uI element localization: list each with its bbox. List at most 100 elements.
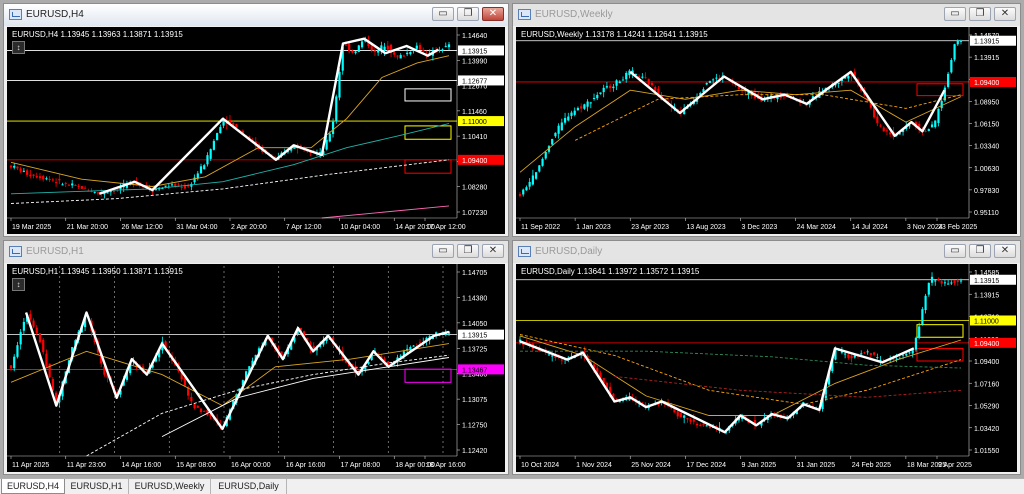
window-titlebar[interactable]: EURUSD,Daily ▭ ❐ ✕ [513,241,1020,263]
candle-body [93,191,96,193]
time-tick-label: 10 Apr 04:00 [341,224,381,231]
minimize-button[interactable]: ▭ [944,244,966,258]
candle-body [547,354,551,356]
candle-body [863,352,866,354]
candle-body [551,138,554,145]
candle-body [692,419,695,422]
restore-button[interactable]: ❐ [969,7,991,21]
candle-body [216,133,219,141]
chart-info-line: EURUSD,H4 1.13945 1.13963 1.13871 1.1391… [12,30,183,39]
tab-eurusd-h1[interactable]: EURUSD,H1 [65,479,129,494]
price-tick-label: 1.13915 [974,292,999,299]
candle-body [522,189,525,195]
candle-body [38,176,42,179]
minimize-button[interactable]: ▭ [944,7,966,21]
window-eurusd-h1[interactable]: EURUSD,H1 ▭ ❐ ✕ 1.14705 1.14380 1.14050 1.1… [3,240,509,475]
candle-body [914,337,918,350]
close-button[interactable]: ✕ [482,244,504,258]
candle-body [683,415,686,418]
tab-eurusd-weekly[interactable]: EURUSD,Weekly [129,479,211,494]
minimize-button[interactable]: ▭ [432,244,454,258]
candle-body [196,405,199,408]
candle-body [45,178,48,180]
candle-body [58,178,61,181]
candle-body [689,419,692,422]
window-eurusd-h4[interactable]: EURUSD,H4 ▭ ❐ ✕ 1.14640 1.13990 1.12670 1.1… [3,3,509,237]
time-tick-label: 16 Apr 16:00 [286,462,326,469]
price-tick-label: 1.12750 [462,423,487,430]
candle-body [853,355,856,358]
time-tick-label: 9 Jan 2025 [742,462,777,469]
chart-canvas-h1[interactable]: 1.14705 1.14380 1.14050 1.13725 1.13400 1.130… [7,264,505,472]
candle-body [615,80,618,86]
restore-button[interactable]: ❐ [457,244,479,258]
zigzag-indicator-line [629,70,946,137]
candle-body [927,129,930,131]
candle-body [344,44,348,46]
one-click-trading-icon[interactable]: ↕ [12,278,25,291]
time-tick-label: 17 Apr 08:00 [341,462,381,469]
candle-body [212,140,215,150]
candle-body [538,165,541,172]
candle-body [351,50,354,53]
moving-average-line [519,334,962,405]
price-tick-label: 1.11460 [462,109,487,116]
window-titlebar[interactable]: EURUSD,Weekly ▭ ❐ ✕ [513,4,1020,26]
time-tick-label: 11 Apr 23:00 [67,462,106,469]
price-tick-label: 1.03420 [974,426,999,433]
price-tag-label: 1.09400 [974,341,999,348]
close-button[interactable]: ✕ [994,244,1016,258]
restore-button[interactable]: ❐ [969,244,991,258]
candle-body [930,124,934,128]
time-tick-label: 11 Apr 2025 [12,462,49,469]
time-tick-label: 18 Apr 16:00 [426,462,466,469]
candle-body [589,102,592,104]
candle-body [373,50,377,52]
candle-body [860,353,863,355]
candle-body [203,165,206,170]
candle-body [441,49,444,51]
tab-eurusd-h4[interactable]: EURUSD,H4 [1,479,65,494]
moving-average-line [321,205,450,219]
chart-canvas-weekly[interactable]: 1.145701.139151.117501.089501.061501.033… [516,27,1017,234]
candle-body [22,321,25,331]
candle-body [406,52,409,55]
restore-button[interactable]: ❐ [457,7,479,21]
window-eurusd-daily[interactable]: EURUSD,Daily ▭ ❐ ✕ 1.145851.139151.12710… [512,240,1021,475]
minimize-button[interactable]: ▭ [432,7,454,21]
one-click-trading-icon[interactable]: ↕ [12,41,25,54]
candle-body [567,116,570,121]
tab-eurusd-daily[interactable]: EURUSD,Daily [211,479,287,494]
price-tick-label: 1.14640 [462,33,487,40]
candle-body [650,83,654,86]
close-button[interactable]: ✕ [482,7,504,21]
candle-body [154,189,158,191]
candle-body [74,184,77,186]
candle-body [13,165,16,168]
candle-body [386,45,389,50]
chart-canvas-h4[interactable]: 1.146401.139901.126701.114601.104101.094… [7,27,505,234]
candle-body [885,130,889,132]
candle-body [183,378,187,386]
close-button[interactable]: ✕ [994,7,1016,21]
time-tick-label: 19 Mar 2025 [12,224,51,231]
candle-body [42,339,45,353]
price-tag-label: 1.11000 [462,119,487,126]
candle-body [13,356,16,369]
candle-body [77,185,80,187]
candle-body [882,127,885,132]
candle-body [573,110,576,115]
window-title: EURUSD,Daily [535,246,603,257]
window-titlebar[interactable]: EURUSD,H1 ▭ ❐ ✕ [4,241,508,263]
candle-body [48,179,51,181]
candle-body [534,172,538,179]
zigzag-indicator-line [519,340,915,434]
price-tag-label: 1.13915 [462,333,487,340]
price-tick-label: 1.14050 [462,321,487,328]
chart-canvas-daily[interactable]: 1.145851.139151.127101.110001.094001.071… [516,264,1017,472]
time-tick-label: 31 Jan 2025 [797,462,836,469]
window-eurusd-weekly[interactable]: EURUSD,Weekly ▭ ❐ ✕ 1.145701.139151.1175… [512,3,1021,237]
window-titlebar[interactable]: EURUSD,H4 ▭ ❐ ✕ [4,4,508,26]
candle-body [235,124,238,128]
candle-body [921,309,924,325]
